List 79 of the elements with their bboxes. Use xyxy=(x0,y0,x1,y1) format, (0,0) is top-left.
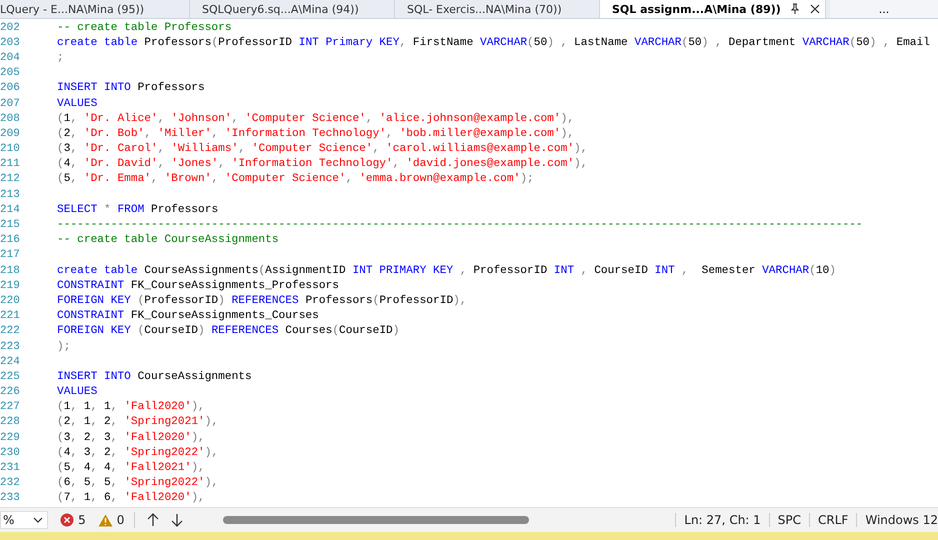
line-number: 220 xyxy=(0,294,20,307)
more-tabs-button[interactable]: ... xyxy=(830,0,938,18)
code-line: CONSTRAINT FK_CourseAssignments_Courses xyxy=(57,310,319,322)
code-line: ; xyxy=(57,52,64,64)
error-count: 5 xyxy=(78,513,86,527)
code-line: ); xyxy=(57,340,70,353)
line-number: 211 xyxy=(0,158,20,170)
line-number: 215 xyxy=(0,219,20,232)
code-line: ------------------------------------------------------------------------------------------------------------------------ xyxy=(57,219,863,232)
line-number: 222 xyxy=(0,325,20,338)
line-number: 217 xyxy=(0,249,20,262)
down-arrow-icon[interactable] xyxy=(171,513,184,527)
close-icon[interactable] xyxy=(808,3,821,15)
code-line: (6, 5, 5, 'Spring2022'), xyxy=(57,477,218,490)
line-number: 213 xyxy=(0,188,20,201)
line-number: 225 xyxy=(0,370,20,383)
code-line: (1, 1, 1, 'Fall2020'), xyxy=(57,401,205,414)
zoom-dropdown[interactable]: % xyxy=(0,511,48,529)
line-number: 219 xyxy=(0,280,20,292)
line-number: 230 xyxy=(0,446,20,459)
line-number: 209 xyxy=(0,128,20,140)
code-line: FOREIGN KEY (CourseID) REFERENCES Courses(CourseID) xyxy=(57,325,400,338)
line-number: 216 xyxy=(0,234,20,246)
indent-mode[interactable]: SPC xyxy=(768,513,810,527)
code-line: SELECT * FROM Professors xyxy=(57,204,218,216)
line-number: 227 xyxy=(0,401,20,414)
line-number: 208 xyxy=(0,112,20,125)
code-line: -- create table Professors xyxy=(57,22,232,34)
line-number: 233 xyxy=(0,492,20,504)
line-number: 202 xyxy=(0,22,20,34)
code-line: (3, 2, 3, 'Fall2020'), xyxy=(57,432,205,444)
line-number: 218 xyxy=(0,264,20,277)
code-line: VALUES xyxy=(57,98,98,110)
code-line: CONSTRAINT FK_CourseAssignments_Professors xyxy=(57,280,339,292)
line-number: 207 xyxy=(0,98,20,110)
document-tab[interactable]: SQL assignm...A\Mina (89)) xyxy=(600,0,826,18)
cursor-position: Ln: 27, Ch: 1 xyxy=(675,513,769,527)
code-line: INSERT INTO CourseAssignments xyxy=(57,370,252,383)
line-number: 206 xyxy=(0,82,20,94)
line-number: 205 xyxy=(0,67,20,80)
line-number: 224 xyxy=(0,356,20,368)
code-line: (4, 3, 2, 'Spring2022'), xyxy=(57,446,218,459)
line-number: 231 xyxy=(0,462,20,474)
line-number: 204 xyxy=(0,52,20,64)
code-line: -- create table CourseAssignments xyxy=(57,234,279,246)
document-tab[interactable]: SQLQuery6.sq...A\Mina (94)) xyxy=(190,0,395,18)
warning-count: 0 xyxy=(116,513,124,527)
code-line: (4, 'Dr. David', 'Jones', 'Information Technology', 'david.jones@example.com'), xyxy=(57,158,588,170)
scrollbar-thumb[interactable] xyxy=(223,516,530,524)
caret-icon xyxy=(33,517,44,523)
line-ending[interactable]: CRLF xyxy=(809,513,856,527)
line-number: 221 xyxy=(0,310,20,322)
line-number: 212 xyxy=(0,173,20,186)
code-line: create table Professors(ProfessorID INT Primary KEY, FirstName VARCHAR(50) , LastName VARCHAR(50) , Department VARCHAR(50) , Email xyxy=(57,36,930,49)
line-number: 226 xyxy=(0,386,20,398)
line-number: 229 xyxy=(0,432,20,444)
code-line: (2, 1, 2, 'Spring2021'), xyxy=(57,416,218,428)
document-tab[interactable]: LQuery - E...NA\Mina (95)) xyxy=(0,0,190,18)
code-line: VALUES xyxy=(57,386,98,398)
line-number: 228 xyxy=(0,416,20,428)
up-arrow-icon[interactable] xyxy=(147,513,160,527)
line-number: 203 xyxy=(0,36,20,49)
line-number: 232 xyxy=(0,477,20,490)
code-line: INSERT INTO Professors xyxy=(57,82,205,94)
code-line: create table CourseAssignments(AssignmentID INT PRIMARY KEY , ProfessorID INT , CourseID INT , Semester VARCHAR(10) xyxy=(57,264,836,277)
error-icon[interactable] xyxy=(60,513,74,527)
line-number: 223 xyxy=(0,340,20,353)
line-number: 210 xyxy=(0,143,20,156)
warning-icon[interactable] xyxy=(98,514,113,526)
code-line: (1, 'Dr. Alice', 'Johnson', 'Computer Science', 'alice.johnson@example.com'), xyxy=(57,112,574,125)
code-line: (5, 4, 4, 'Fall2021'), xyxy=(57,462,205,474)
code-line: FOREIGN KEY (ProfessorID) REFERENCES Professors(ProfessorID), xyxy=(57,294,467,307)
encoding[interactable]: Windows 12 xyxy=(856,513,938,527)
code-line: (5, 'Dr. Emma', 'Brown', 'Computer Science', 'emma.brown@example.com'); xyxy=(57,173,534,186)
code-line: (2, 'Dr. Bob', 'Miller', 'Information Technology', 'bob.miller@example.com'), xyxy=(57,128,574,140)
pin-icon[interactable] xyxy=(788,3,801,15)
line-number: 214 xyxy=(0,204,20,216)
code-line: (3, 'Dr. Carol', 'Williams', 'Computer Science', 'carol.williams@example.com'), xyxy=(57,143,588,156)
code-line: (7, 1, 6, 'Fall2020'), xyxy=(57,492,205,504)
